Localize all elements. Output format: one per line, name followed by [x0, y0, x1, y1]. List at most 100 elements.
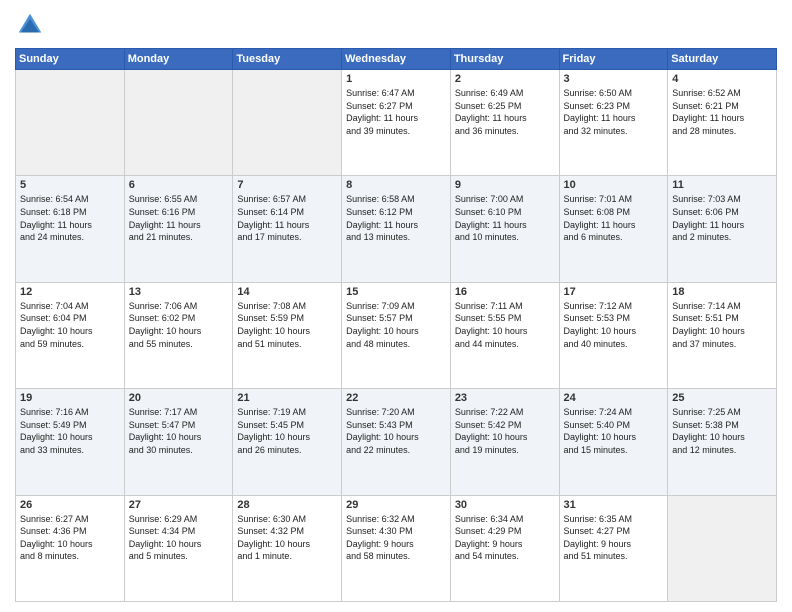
day-info: Sunrise: 7:06 AM Sunset: 6:02 PM Dayligh…: [129, 300, 229, 350]
day-number: 14: [237, 286, 337, 298]
calendar-cell: 28 Sunrise: 6:30 AM Sunset: 4:32 PM Dayli…: [233, 495, 342, 601]
calendar-cell: 20 Sunrise: 7:17 AM Sunset: 5:47 PM Dayli…: [124, 389, 233, 495]
day-info: Sunrise: 6:49 AM Sunset: 6:25 PM Dayligh…: [455, 87, 555, 137]
weekday-header: Monday: [124, 49, 233, 70]
calendar-cell: [668, 495, 777, 601]
calendar-cell: [16, 70, 125, 176]
day-info: Sunrise: 7:20 AM Sunset: 5:43 PM Dayligh…: [346, 406, 446, 456]
day-number: 9: [455, 179, 555, 191]
weekday-header: Wednesday: [342, 49, 451, 70]
day-info: Sunrise: 7:17 AM Sunset: 5:47 PM Dayligh…: [129, 406, 229, 456]
weekday-header: Thursday: [450, 49, 559, 70]
weekday-header: Saturday: [668, 49, 777, 70]
day-info: Sunrise: 6:47 AM Sunset: 6:27 PM Dayligh…: [346, 87, 446, 137]
day-number: 4: [672, 73, 772, 85]
weekday-header: Sunday: [16, 49, 125, 70]
day-number: 10: [564, 179, 664, 191]
calendar-cell: 8 Sunrise: 6:58 AM Sunset: 6:12 PM Daylig…: [342, 176, 451, 282]
day-info: Sunrise: 7:08 AM Sunset: 5:59 PM Dayligh…: [237, 300, 337, 350]
logo: [15, 10, 49, 40]
calendar-cell: 1Sunrise: 6:47 AM Sunset: 6:27 PM Daylig…: [342, 70, 451, 176]
day-number: 15: [346, 286, 446, 298]
calendar-cell: 11Sunrise: 7:03 AM Sunset: 6:06 PM Dayli…: [668, 176, 777, 282]
calendar-week-row: 12 Sunrise: 7:04 AM Sunset: 6:04 PM Dayli…: [16, 282, 777, 388]
day-number: 26: [20, 499, 120, 511]
calendar-cell: 13 Sunrise: 7:06 AM Sunset: 6:02 PM Dayli…: [124, 282, 233, 388]
day-number: 28: [237, 499, 337, 511]
header: [15, 10, 777, 40]
day-number: 19: [20, 392, 120, 404]
day-number: 13: [129, 286, 229, 298]
logo-icon: [15, 10, 45, 40]
day-number: 18: [672, 286, 772, 298]
day-number: 7: [237, 179, 337, 191]
day-number: 16: [455, 286, 555, 298]
calendar-cell: 21Sunrise: 7:19 AM Sunset: 5:45 PM Dayli…: [233, 389, 342, 495]
day-number: 6: [129, 179, 229, 191]
calendar-cell: 29 Sunrise: 6:32 AM Sunset: 4:30 PM Dayli…: [342, 495, 451, 601]
day-info: Sunrise: 6:54 AM Sunset: 6:18 PM Dayligh…: [20, 193, 120, 243]
calendar-body: 1Sunrise: 6:47 AM Sunset: 6:27 PM Daylig…: [16, 70, 777, 602]
day-info: Sunrise: 6:29 AM Sunset: 4:34 PM Dayligh…: [129, 513, 229, 563]
calendar-week-row: 1Sunrise: 6:47 AM Sunset: 6:27 PM Daylig…: [16, 70, 777, 176]
calendar-cell: 24 Sunrise: 7:24 AM Sunset: 5:40 PM Dayli…: [559, 389, 668, 495]
day-number: 25: [672, 392, 772, 404]
day-info: Sunrise: 6:35 AM Sunset: 4:27 PM Dayligh…: [564, 513, 664, 563]
day-info: Sunrise: 7:25 AM Sunset: 5:38 PM Dayligh…: [672, 406, 772, 456]
day-info: Sunrise: 7:24 AM Sunset: 5:40 PM Dayligh…: [564, 406, 664, 456]
page: SundayMondayTuesdayWednesdayThursdayFrid…: [0, 0, 792, 612]
day-info: Sunrise: 6:55 AM Sunset: 6:16 PM Dayligh…: [129, 193, 229, 243]
day-number: 21: [237, 392, 337, 404]
day-number: 31: [564, 499, 664, 511]
calendar-cell: 23Sunrise: 7:22 AM Sunset: 5:42 PM Dayli…: [450, 389, 559, 495]
day-info: Sunrise: 6:58 AM Sunset: 6:12 PM Dayligh…: [346, 193, 446, 243]
calendar-cell: 15Sunrise: 7:09 AM Sunset: 5:57 PM Dayli…: [342, 282, 451, 388]
day-number: 2: [455, 73, 555, 85]
calendar-cell: 12 Sunrise: 7:04 AM Sunset: 6:04 PM Dayli…: [16, 282, 125, 388]
calendar-cell: 22 Sunrise: 7:20 AM Sunset: 5:43 PM Dayli…: [342, 389, 451, 495]
calendar-table: SundayMondayTuesdayWednesdayThursdayFrid…: [15, 48, 777, 602]
day-number: 30: [455, 499, 555, 511]
calendar-cell: [233, 70, 342, 176]
day-info: Sunrise: 6:30 AM Sunset: 4:32 PM Dayligh…: [237, 513, 337, 563]
day-number: 5: [20, 179, 120, 191]
day-number: 24: [564, 392, 664, 404]
day-info: Sunrise: 7:11 AM Sunset: 5:55 PM Dayligh…: [455, 300, 555, 350]
calendar-cell: 31 Sunrise: 6:35 AM Sunset: 4:27 PM Dayli…: [559, 495, 668, 601]
day-info: Sunrise: 6:57 AM Sunset: 6:14 PM Dayligh…: [237, 193, 337, 243]
calendar-cell: 16 Sunrise: 7:11 AM Sunset: 5:55 PM Dayli…: [450, 282, 559, 388]
calendar-cell: 27 Sunrise: 6:29 AM Sunset: 4:34 PM Dayli…: [124, 495, 233, 601]
day-info: Sunrise: 7:01 AM Sunset: 6:08 PM Dayligh…: [564, 193, 664, 243]
day-info: Sunrise: 7:04 AM Sunset: 6:04 PM Dayligh…: [20, 300, 120, 350]
calendar-cell: 7 Sunrise: 6:57 AM Sunset: 6:14 PM Daylig…: [233, 176, 342, 282]
day-number: 12: [20, 286, 120, 298]
calendar-week-row: 19Sunrise: 7:16 AM Sunset: 5:49 PM Dayli…: [16, 389, 777, 495]
day-info: Sunrise: 7:00 AM Sunset: 6:10 PM Dayligh…: [455, 193, 555, 243]
day-info: Sunrise: 7:03 AM Sunset: 6:06 PM Dayligh…: [672, 193, 772, 243]
day-number: 27: [129, 499, 229, 511]
calendar-header: SundayMondayTuesdayWednesdayThursdayFrid…: [16, 49, 777, 70]
day-number: 8: [346, 179, 446, 191]
calendar-cell: 9 Sunrise: 7:00 AM Sunset: 6:10 PM Daylig…: [450, 176, 559, 282]
day-number: 17: [564, 286, 664, 298]
day-info: Sunrise: 6:50 AM Sunset: 6:23 PM Dayligh…: [564, 87, 664, 137]
weekday-header: Tuesday: [233, 49, 342, 70]
calendar-cell: 4 Sunrise: 6:52 AM Sunset: 6:21 PM Daylig…: [668, 70, 777, 176]
calendar-cell: 25 Sunrise: 7:25 AM Sunset: 5:38 PM Dayli…: [668, 389, 777, 495]
day-number: 22: [346, 392, 446, 404]
day-info: Sunrise: 7:12 AM Sunset: 5:53 PM Dayligh…: [564, 300, 664, 350]
calendar-cell: 19Sunrise: 7:16 AM Sunset: 5:49 PM Dayli…: [16, 389, 125, 495]
calendar-week-row: 26Sunrise: 6:27 AM Sunset: 4:36 PM Dayli…: [16, 495, 777, 601]
calendar-cell: [124, 70, 233, 176]
day-info: Sunrise: 6:32 AM Sunset: 4:30 PM Dayligh…: [346, 513, 446, 563]
calendar-cell: 3Sunrise: 6:50 AM Sunset: 6:23 PM Daylig…: [559, 70, 668, 176]
weekday-header: Friday: [559, 49, 668, 70]
day-number: 20: [129, 392, 229, 404]
calendar-cell: 14 Sunrise: 7:08 AM Sunset: 5:59 PM Dayli…: [233, 282, 342, 388]
calendar-cell: 30Sunrise: 6:34 AM Sunset: 4:29 PM Dayli…: [450, 495, 559, 601]
day-info: Sunrise: 6:52 AM Sunset: 6:21 PM Dayligh…: [672, 87, 772, 137]
calendar-cell: 2 Sunrise: 6:49 AM Sunset: 6:25 PM Daylig…: [450, 70, 559, 176]
day-number: 23: [455, 392, 555, 404]
weekday-row: SundayMondayTuesdayWednesdayThursdayFrid…: [16, 49, 777, 70]
day-number: 29: [346, 499, 446, 511]
